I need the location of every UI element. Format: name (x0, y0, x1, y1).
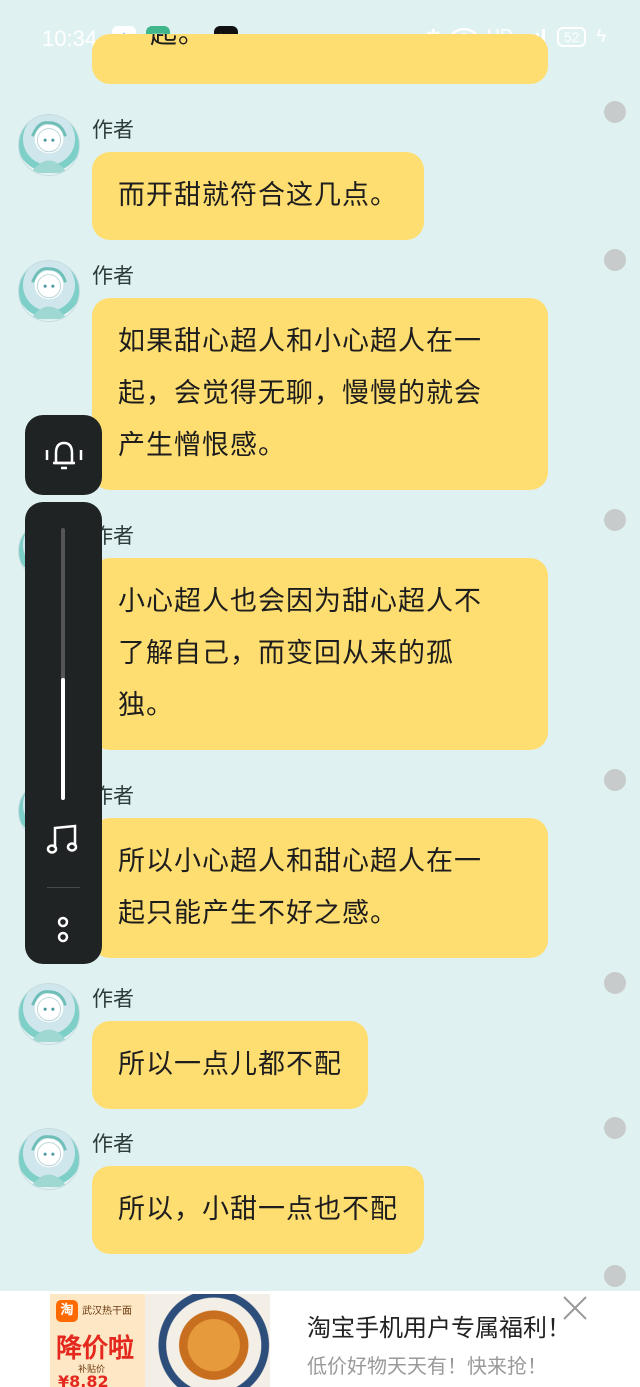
message-bubble-partial[interactable]: 起。 (92, 34, 548, 84)
status-time: 10:34 (42, 26, 98, 51)
volume-slider[interactable] (61, 528, 65, 800)
message-text-partial: 起。 (150, 34, 206, 50)
message-more-icon[interactable] (604, 1117, 626, 1139)
message-line: 所以小心超人和甜心超人在一 (118, 846, 482, 877)
message-line: 而开甜就符合这几点。 (118, 180, 398, 211)
charging-icon: ϟ (596, 26, 606, 46)
message-bubble[interactable]: 所以一点儿都不配 (92, 1021, 368, 1109)
sender-name: 作者 (92, 264, 134, 288)
message-more-icon[interactable] (604, 249, 626, 271)
avatar[interactable] (18, 983, 80, 1045)
music-note-icon[interactable] (45, 824, 81, 856)
ad-promo-image[interactable]: 淘 武汉热干面 降价啦 补贴价 ¥8.82 (50, 1294, 145, 1387)
message-bubble[interactable]: 所以，小甜一点也不配 (92, 1166, 424, 1254)
taobao-logo-icon: 淘 (56, 1300, 78, 1322)
message-line: 产生憎恨感。 (118, 430, 286, 461)
ad-title[interactable]: 淘宝手机用户专属福利！ (307, 1308, 571, 1343)
bell-vibrate-icon (45, 441, 82, 470)
volume-panel-divider (47, 887, 80, 888)
more-vertical-icon[interactable] (55, 915, 71, 945)
battery-indicator: 52 (556, 26, 587, 47)
ringer-mode-button[interactable] (25, 415, 102, 495)
message-more-icon[interactable] (604, 972, 626, 994)
avatar[interactable] (18, 260, 80, 322)
sender-name: 作者 (92, 118, 134, 142)
message-line: 了解自己，而变回从来的孤 (118, 638, 454, 669)
message-line: 独。 (118, 690, 174, 721)
ad-promo-small-text: 武汉热干面 (82, 1306, 132, 1317)
volume-slider-fill (61, 677, 65, 800)
message-line: 小心超人也会因为甜心超人不 (118, 586, 482, 617)
ad-banner[interactable]: 淘 武汉热干面 降价啦 补贴价 ¥8.82 淘宝手机用户专属福利！ 低价好物天天… (0, 1291, 640, 1387)
message-more-icon[interactable] (604, 769, 626, 791)
volume-panel (25, 502, 102, 964)
message-more-icon[interactable] (604, 101, 626, 123)
message-more-icon[interactable] (604, 1265, 626, 1287)
ad-promo-price: ¥8.82 (58, 1372, 109, 1387)
message-more-icon[interactable] (604, 509, 626, 531)
avatar[interactable] (18, 1128, 80, 1190)
message-bubble[interactable]: 小心超人也会因为甜心超人不 了解自己，而变回从来的孤 独。 (92, 558, 548, 750)
sender-name: 作者 (92, 987, 134, 1011)
message-line: 所以，小甜一点也不配 (118, 1194, 398, 1225)
sender-name: 作者 (92, 1132, 134, 1156)
avatar[interactable] (18, 114, 80, 176)
ad-subtitle[interactable]: 低价好物天天有！快来抢！ (307, 1350, 547, 1379)
message-bubble[interactable]: 而开甜就符合这几点。 (92, 152, 424, 240)
message-line: 起只能产生不好之感。 (118, 898, 398, 929)
message-line: 所以一点儿都不配 (118, 1049, 342, 1080)
ad-promo-headline: 降价啦 (56, 1334, 135, 1364)
message-bubble[interactable]: 如果甜心超人和小心超人在一 起，会觉得无聊，慢慢的就会 产生憎恨感。 (92, 298, 548, 490)
message-line: 如果甜心超人和小心超人在一 (118, 326, 482, 357)
close-icon[interactable] (560, 1293, 590, 1323)
message-bubble[interactable]: 所以小心超人和甜心超人在一 起只能产生不好之感。 (92, 818, 548, 958)
ad-noodle-image[interactable] (145, 1294, 270, 1387)
message-line: 起，会觉得无聊，慢慢的就会 (118, 378, 482, 409)
